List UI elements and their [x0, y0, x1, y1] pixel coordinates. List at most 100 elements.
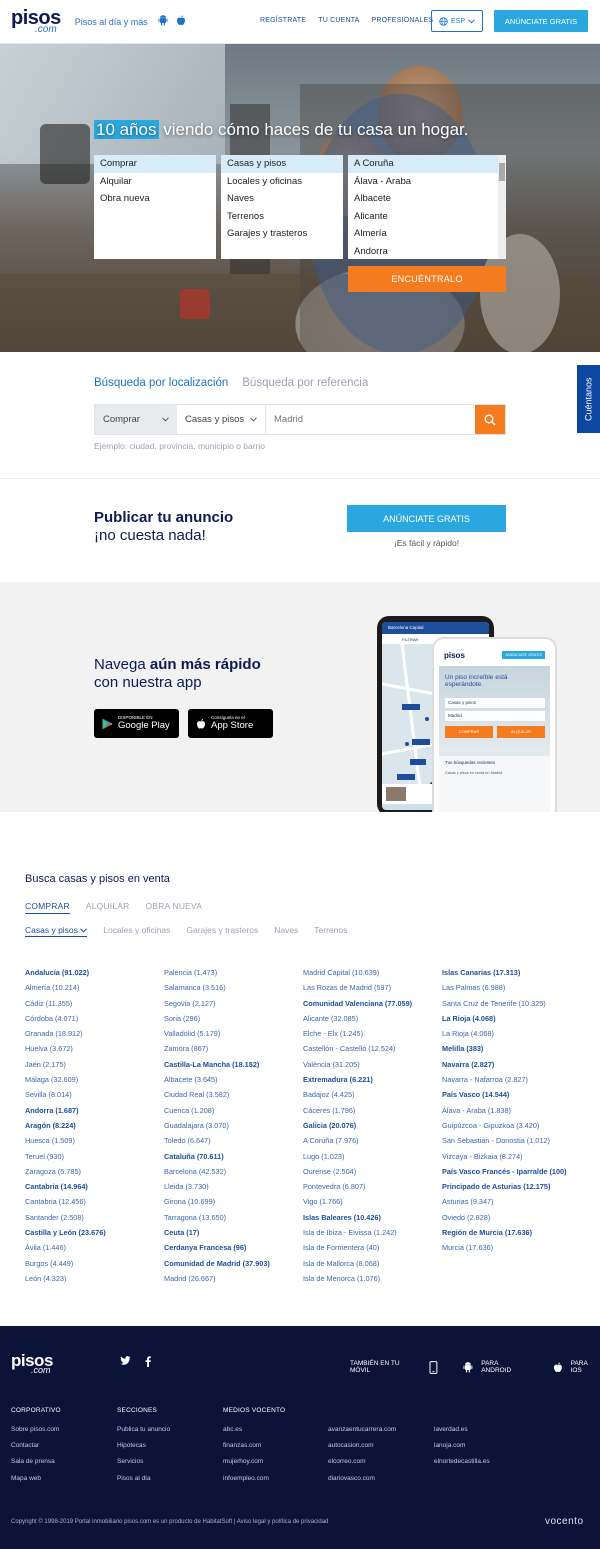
language-selector[interactable]: ESP: [431, 10, 483, 32]
province-option[interactable]: Andorra: [348, 243, 506, 260]
province-link[interactable]: Asturias (9.347): [442, 1194, 581, 1209]
tab-garages[interactable]: Garajes y trasteros: [186, 925, 258, 937]
province-option[interactable]: Alicante: [348, 208, 506, 226]
province-link[interactable]: Valladolid (5.179): [164, 1026, 303, 1041]
android-icon[interactable]: [158, 13, 168, 31]
province-link[interactable]: Isla de Mallorca (8.068): [303, 1256, 442, 1271]
province-link[interactable]: Almería (10.214): [25, 980, 164, 995]
pisos-al-dia-link[interactable]: Pisos al día y más: [75, 17, 148, 27]
province-link[interactable]: Córdoba (4.071): [25, 1011, 164, 1026]
province-option[interactable]: Álava - Araba: [348, 173, 506, 191]
footer-link[interactable]: Sala de prensa: [11, 1454, 59, 1470]
province-link[interactable]: La Rioja (4.068): [442, 1026, 581, 1041]
region-link[interactable]: Islas Canarias (17.313): [442, 965, 581, 980]
twitter-icon[interactable]: [120, 1356, 131, 1370]
region-link[interactable]: La Rioja (4.068): [442, 1011, 581, 1026]
feedback-tab[interactable]: Cuéntanos: [577, 365, 600, 433]
facebook-icon[interactable]: [145, 1356, 151, 1370]
region-link[interactable]: País Vasco Francés - Iparralde (100): [442, 1164, 581, 1179]
province-link[interactable]: Albacete (3.645): [164, 1072, 303, 1087]
province-link[interactable]: Badajoz (4.425): [303, 1087, 442, 1102]
province-link[interactable]: Elche - Elx (1.245): [303, 1026, 442, 1041]
province-link[interactable]: Santa Cruz de Tenerife (10.325): [442, 996, 581, 1011]
province-option[interactable]: Albacete: [348, 190, 506, 208]
province-link[interactable]: Salamanca (3.516): [164, 980, 303, 995]
province-link[interactable]: Málaga (32.609): [25, 1072, 164, 1087]
region-link[interactable]: Melilla (383): [442, 1041, 581, 1056]
province-option[interactable]: Almería: [348, 225, 506, 243]
property-type-option[interactable]: Locales y oficinas: [221, 173, 343, 191]
region-link[interactable]: Andorra (1.687): [25, 1103, 164, 1118]
province-link[interactable]: Sevilla (8.014): [25, 1087, 164, 1102]
province-option[interactable]: A Coruña: [348, 155, 506, 173]
account-link[interactable]: TU CUENTA: [318, 17, 359, 24]
footer-link[interactable]: Publica tu anuncio: [117, 1422, 170, 1438]
footer-link[interactable]: mujerhoy.com: [223, 1454, 269, 1470]
region-link[interactable]: Islas Baleares (10.426): [303, 1210, 442, 1225]
province-link[interactable]: Burgos (4.449): [25, 1256, 164, 1271]
province-link[interactable]: València (31.205): [303, 1057, 442, 1072]
footer-link[interactable]: finanzas.com: [223, 1438, 269, 1454]
location-search-input[interactable]: [266, 405, 475, 434]
province-link[interactable]: Soria (296): [164, 1011, 303, 1026]
scrollbar-thumb[interactable]: [499, 163, 505, 181]
tab-reference-search[interactable]: Búsqueda por referencia: [242, 377, 368, 389]
province-link[interactable]: Tarragona (13.650): [164, 1210, 303, 1225]
ios-link[interactable]: PARA IOS: [571, 1360, 600, 1374]
operation-option[interactable]: Alquilar: [94, 173, 216, 191]
site-logo[interactable]: pisos .com: [11, 8, 61, 35]
apple-icon[interactable]: [553, 1361, 563, 1373]
tab-buy[interactable]: COMPRAR: [25, 901, 70, 914]
android-link[interactable]: PARA ANDROID: [481, 1360, 529, 1374]
province-link[interactable]: Girona (10.699): [164, 1194, 303, 1209]
footer-link[interactable]: diariovasco.com: [328, 1471, 396, 1487]
property-type-option[interactable]: Terrenos: [221, 208, 343, 226]
province-link[interactable]: Cáceres (1.796): [303, 1103, 442, 1118]
vocento-logo[interactable]: vocento: [545, 1516, 584, 1527]
footer-link[interactable]: elcorreo.com: [328, 1454, 396, 1470]
province-link[interactable]: Lugo (1.023): [303, 1149, 442, 1164]
tab-offices[interactable]: Locales y oficinas: [103, 925, 170, 937]
region-link[interactable]: Extremadura (6.221): [303, 1072, 442, 1087]
footer-link[interactable]: Pisos al día: [117, 1471, 170, 1487]
register-link[interactable]: REGÍSTRATE: [260, 17, 306, 24]
province-link[interactable]: Granada (18.912): [25, 1026, 164, 1041]
footer-logo[interactable]: pisos .com: [11, 1352, 53, 1375]
province-link[interactable]: Las Palmas (6.988): [442, 980, 581, 995]
province-link[interactable]: Lleida (3.730): [164, 1179, 303, 1194]
province-link[interactable]: Guipúzcoa - Gipuzkoa (3.420): [442, 1118, 581, 1133]
footer-link[interactable]: avanzaentucarrera.com: [328, 1422, 396, 1438]
region-link[interactable]: Región de Murcia (17.636): [442, 1225, 581, 1240]
operation-select[interactable]: Comprar: [95, 405, 177, 434]
tab-location-search[interactable]: Búsqueda por localización: [94, 377, 228, 389]
android-icon[interactable]: [463, 1361, 473, 1373]
province-link[interactable]: Isla de Formentera (40): [303, 1240, 442, 1255]
tab-new-build[interactable]: OBRA NUEVA: [146, 901, 203, 914]
province-listbox[interactable]: A Coruña Álava - Araba Albacete Alicante…: [348, 155, 506, 259]
property-type-option[interactable]: Casas y pisos: [221, 155, 343, 173]
region-link[interactable]: Comunidad Valenciana (77.059): [303, 996, 442, 1011]
professionals-link[interactable]: PROFESIONALES: [372, 17, 434, 24]
header-advertise-button[interactable]: ANÚNCIATE GRATIS: [494, 10, 588, 32]
property-type-select[interactable]: Casas y pisos: [177, 405, 266, 434]
province-link[interactable]: Palencia (1.473): [164, 965, 303, 980]
operation-option[interactable]: Obra nueva: [94, 190, 216, 208]
province-link[interactable]: Huelva (3.672): [25, 1041, 164, 1056]
apple-icon[interactable]: [176, 13, 186, 31]
province-link[interactable]: Cantabria (12.456): [25, 1194, 164, 1209]
region-link[interactable]: Ceuta (17): [164, 1225, 303, 1240]
region-link[interactable]: Principado de Asturias (12.175): [442, 1179, 581, 1194]
tab-rent[interactable]: ALQUILAR: [86, 901, 130, 914]
province-link[interactable]: Isla de Ibiza - Eivissa (1.242): [303, 1225, 442, 1240]
tab-land[interactable]: Terrenos: [314, 925, 347, 937]
province-link[interactable]: San Sebastián - Donostia (1.012): [442, 1133, 581, 1148]
province-link[interactable]: Ourense (2.504): [303, 1164, 442, 1179]
province-link[interactable]: Segovia (2.127): [164, 996, 303, 1011]
app-store-button[interactable]: Consíguela en el App Store: [188, 709, 273, 738]
region-link[interactable]: Cataluña (70.611): [164, 1149, 303, 1164]
region-link[interactable]: Comunidad de Madrid (37.903): [164, 1256, 303, 1271]
region-link[interactable]: Galicia (20.076): [303, 1118, 442, 1133]
province-link[interactable]: Álava - Araba (1.838): [442, 1103, 581, 1118]
region-link[interactable]: Navarra (2.827): [442, 1057, 581, 1072]
region-link[interactable]: Aragón (8.224): [25, 1118, 164, 1133]
